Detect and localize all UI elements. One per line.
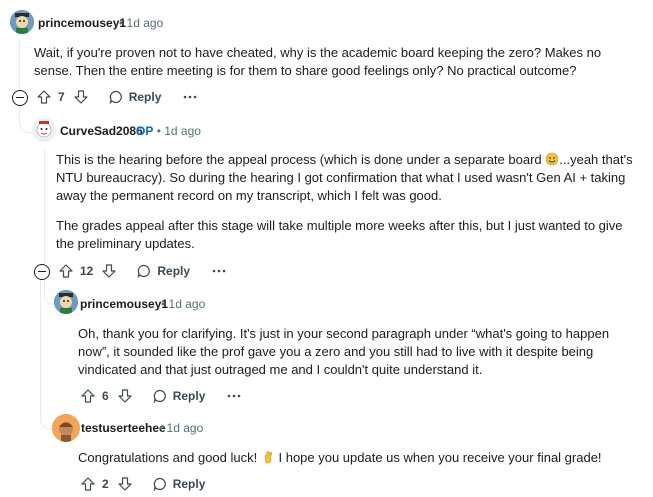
avatar[interactable]	[52, 414, 80, 442]
action-bar: 12 Reply	[56, 261, 226, 281]
collapse-thread-button[interactable]	[34, 264, 50, 280]
username[interactable]: princemousey1	[80, 297, 168, 311]
timestamp: 1d ago	[166, 421, 204, 435]
comment-body: This is the hearing before the appeal pr…	[56, 151, 638, 265]
comment-paragraph: This is the hearing before the appeal pr…	[56, 151, 638, 205]
reply-label: Reply	[128, 90, 162, 104]
comment-meta: OP • 1d ago	[136, 124, 201, 138]
reply-button[interactable]: Reply	[137, 264, 190, 278]
downvote-icon[interactable]	[99, 261, 119, 281]
comment-text: This is the hearing before the appeal pr…	[56, 152, 542, 167]
upvote-icon[interactable]	[56, 261, 76, 281]
comment-icon	[138, 264, 151, 278]
downvote-icon[interactable]	[115, 474, 135, 494]
comment-meta: • 1d ago	[159, 421, 203, 435]
action-bar: 7 Reply	[34, 87, 197, 107]
vote-count: 2	[102, 477, 109, 491]
more-options-icon[interactable]	[183, 95, 197, 99]
reply-button[interactable]: Reply	[153, 477, 206, 491]
op-badge: OP	[136, 124, 154, 138]
upvote-icon[interactable]	[78, 474, 98, 494]
crossed-fingers-emoji-icon	[264, 451, 273, 464]
timestamp: 1d ago	[164, 124, 201, 138]
timestamp: 1d ago	[126, 16, 164, 30]
comment-paragraph: Oh, thank you for clarifying. It's just …	[78, 326, 610, 377]
separator: •	[119, 16, 124, 30]
sweat-smile-emoji-icon	[545, 152, 559, 166]
comment-paragraph: The grades appeal after this stage will …	[56, 218, 623, 251]
comment-body: Wait, if you're proven not to have cheat…	[34, 44, 634, 92]
vote-count: 12	[80, 264, 94, 278]
username[interactable]: testuserteehee	[81, 421, 166, 435]
separator: •	[156, 124, 161, 138]
avatar[interactable]	[10, 10, 34, 34]
more-options-icon[interactable]	[212, 269, 226, 273]
username[interactable]: princemousey1	[38, 16, 126, 30]
comment-text: I hope you update us when you receive yo…	[278, 450, 602, 465]
thread-line	[19, 40, 20, 90]
more-options-icon[interactable]	[227, 394, 241, 398]
timestamp: 1d ago	[168, 297, 206, 311]
reply-label: Reply	[172, 389, 206, 403]
comment-paragraph: Wait, if you're proven not to have cheat…	[34, 45, 602, 78]
thread-connector	[40, 400, 53, 429]
comment-icon	[153, 477, 166, 491]
vote-count: 7	[58, 90, 65, 104]
upvote-icon[interactable]	[34, 87, 54, 107]
reply-label: Reply	[157, 264, 191, 278]
comment-icon	[109, 90, 122, 104]
comment-meta: • 1d ago	[161, 297, 205, 311]
upvote-icon[interactable]	[78, 386, 98, 406]
comment-body: Oh, thank you for clarifying. It's just …	[78, 325, 644, 391]
separator: •	[161, 297, 166, 311]
avatar[interactable]	[32, 118, 56, 142]
reply-button[interactable]: Reply	[153, 389, 206, 403]
reply-label: Reply	[172, 477, 206, 491]
thread-line	[44, 148, 45, 264]
vote-count: 6	[102, 389, 109, 403]
comment-icon	[153, 389, 166, 403]
downvote-icon[interactable]	[115, 386, 135, 406]
username[interactable]: CurveSad2086	[60, 124, 143, 138]
downvote-icon[interactable]	[71, 87, 91, 107]
thread-line	[40, 278, 41, 418]
reply-button[interactable]: Reply	[109, 90, 162, 104]
action-bar: 6 Reply	[78, 386, 241, 406]
avatar[interactable]	[54, 290, 78, 314]
comment-paragraph: Congratulations and good luck! I hope yo…	[78, 449, 644, 467]
comment-text: Congratulations and good luck!	[78, 450, 258, 465]
collapse-thread-button[interactable]	[12, 90, 28, 106]
separator: •	[159, 421, 164, 435]
comment-meta: • 1d ago	[119, 16, 163, 30]
action-bar: 2 Reply	[78, 474, 205, 494]
